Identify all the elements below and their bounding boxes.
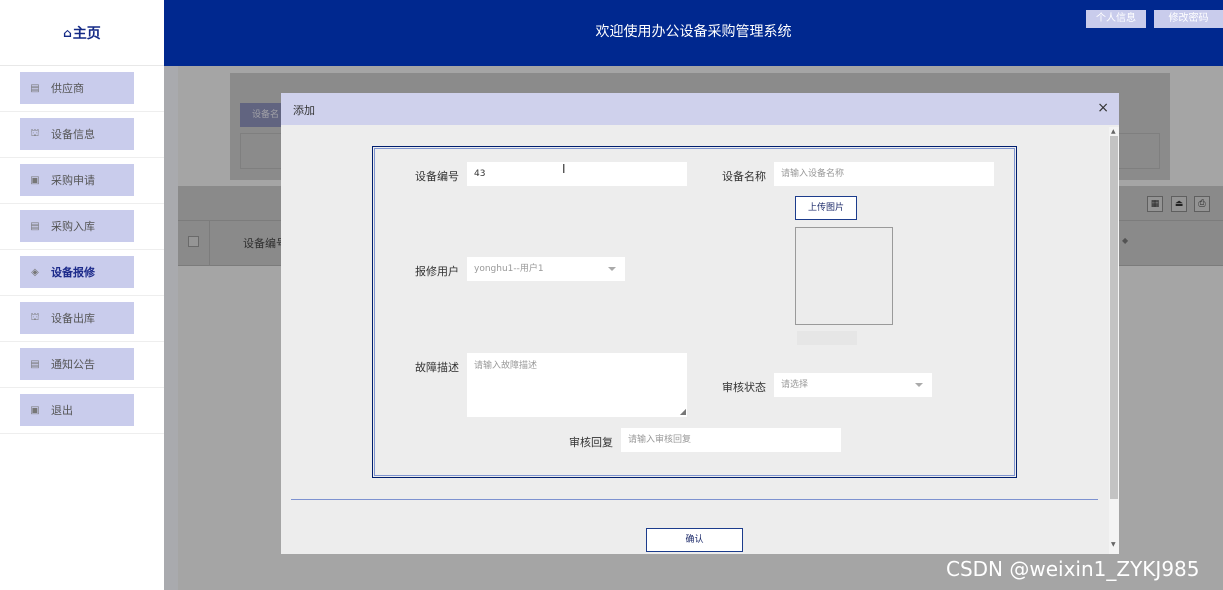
sidebar-item-label: 供应商 bbox=[51, 82, 84, 95]
device-name-label: 设备名称 bbox=[722, 170, 766, 183]
resize-handle-icon[interactable]: ◢ bbox=[680, 408, 686, 416]
home-link[interactable]: ⌂ 主页 bbox=[0, 0, 164, 66]
review-reply-input[interactable]: 请输入审核回复 bbox=[621, 428, 841, 452]
repair-user-label: 报修用户 bbox=[415, 265, 459, 278]
list-icon: ▤ bbox=[30, 220, 40, 232]
chevron-down-icon bbox=[915, 383, 923, 387]
fault-desc-label: 故障描述 bbox=[415, 361, 459, 374]
document-icon: ▣ bbox=[30, 174, 40, 186]
list-icon: ▤ bbox=[30, 358, 40, 370]
close-icon[interactable]: × bbox=[1097, 100, 1109, 116]
dialog-divider bbox=[291, 499, 1098, 500]
dialog-title: 添加 bbox=[293, 104, 315, 117]
upload-image-button[interactable]: 上传图片 bbox=[795, 196, 857, 220]
sidebar-item-purchase-request[interactable]: ▣ 采购申请 bbox=[20, 164, 134, 196]
building-icon: ⛫ bbox=[30, 127, 40, 139]
device-no-label: 设备编号 bbox=[415, 170, 459, 183]
sidebar-item-logout[interactable]: ▣ 退出 bbox=[20, 394, 134, 426]
sidebar-item-label: 设备出库 bbox=[51, 312, 95, 325]
review-status-placeholder: 请选择 bbox=[781, 380, 809, 390]
review-reply-label: 审核回复 bbox=[569, 436, 613, 449]
sidebar-item-label: 设备报修 bbox=[51, 266, 95, 279]
sidebar-item-purchase-stock-in[interactable]: ▤ 采购入库 bbox=[20, 210, 134, 242]
image-preview bbox=[795, 227, 893, 325]
building-icon: ⛫ bbox=[30, 311, 40, 323]
review-status-label: 审核状态 bbox=[722, 381, 766, 394]
dialog-scrollbar[interactable]: ▲ ▼ bbox=[1109, 127, 1119, 554]
home-label: 主页 bbox=[72, 25, 101, 42]
sidebar-item-supplier[interactable]: ▤ 供应商 bbox=[20, 72, 134, 104]
profile-button[interactable]: 个人信息 bbox=[1086, 10, 1146, 28]
sidebar-item-label: 采购申请 bbox=[51, 174, 95, 187]
review-status-select[interactable]: 请选择 bbox=[774, 373, 932, 397]
fault-desc-placeholder: 请输入故障描述 bbox=[474, 361, 538, 371]
add-dialog: 添加 × ▲ ▼ 设备编号 43 I 设备名称 请输入设备名称 报修用户 yon… bbox=[281, 93, 1119, 554]
sidebar-item-label: 退出 bbox=[51, 404, 73, 417]
device-name-input[interactable]: 请输入设备名称 bbox=[774, 162, 994, 186]
sidebar-item-label: 通知公告 bbox=[51, 358, 95, 371]
scroll-up-icon[interactable]: ▲ bbox=[1111, 128, 1116, 135]
fault-desc-textarea[interactable]: 请输入故障描述 ◢ bbox=[467, 353, 687, 417]
text-cursor-icon: I bbox=[562, 162, 566, 176]
sidebar-item-notice[interactable]: ▤ 通知公告 bbox=[20, 348, 134, 380]
sidebar-item-device-stock-out[interactable]: ⛫ 设备出库 bbox=[20, 302, 134, 334]
change-password-button[interactable]: 修改密码 bbox=[1154, 10, 1223, 28]
repair-user-select[interactable]: yonghu1--用户1 bbox=[467, 257, 625, 281]
layers-icon: ◈ bbox=[31, 266, 39, 278]
sidebar-item-device-info[interactable]: ⛫ 设备信息 bbox=[20, 118, 134, 150]
list-icon: ▤ bbox=[30, 82, 40, 94]
sidebar-item-device-repair[interactable]: ◈ 设备报修 bbox=[20, 256, 134, 288]
sidebar-item-label: 采购入库 bbox=[51, 220, 95, 233]
scroll-thumb[interactable] bbox=[1110, 136, 1118, 499]
sidebar-item-label: 设备信息 bbox=[51, 128, 95, 141]
repair-user-value: yonghu1--用户1 bbox=[474, 264, 544, 274]
home-icon: ⌂ bbox=[63, 25, 72, 40]
document-icon: ▣ bbox=[30, 404, 40, 416]
dialog-header: 添加 × bbox=[281, 93, 1119, 125]
repair-form: 设备编号 43 I 设备名称 请输入设备名称 报修用户 yonghu1--用户1… bbox=[372, 146, 1017, 478]
top-header: 欢迎使用办公设备采购管理系统 个人信息 修改密码 bbox=[164, 0, 1223, 66]
confirm-button[interactable]: 确认 bbox=[646, 528, 743, 552]
scroll-down-icon[interactable]: ▼ bbox=[1111, 541, 1116, 548]
device-no-input[interactable]: 43 bbox=[467, 162, 687, 186]
page-title: 欢迎使用办公设备采购管理系统 bbox=[595, 24, 792, 40]
sidebar: ⌂ 主页 ▤ 供应商 ⛫ 设备信息 ▣ 采购申请 ▤ 采购入库 ◈ 设备报修 ⛫ 设备出库 … bbox=[0, 0, 164, 590]
chevron-down-icon bbox=[608, 267, 616, 271]
watermark: CSDN @weixin1_ZYKJ985 bbox=[946, 557, 1200, 581]
